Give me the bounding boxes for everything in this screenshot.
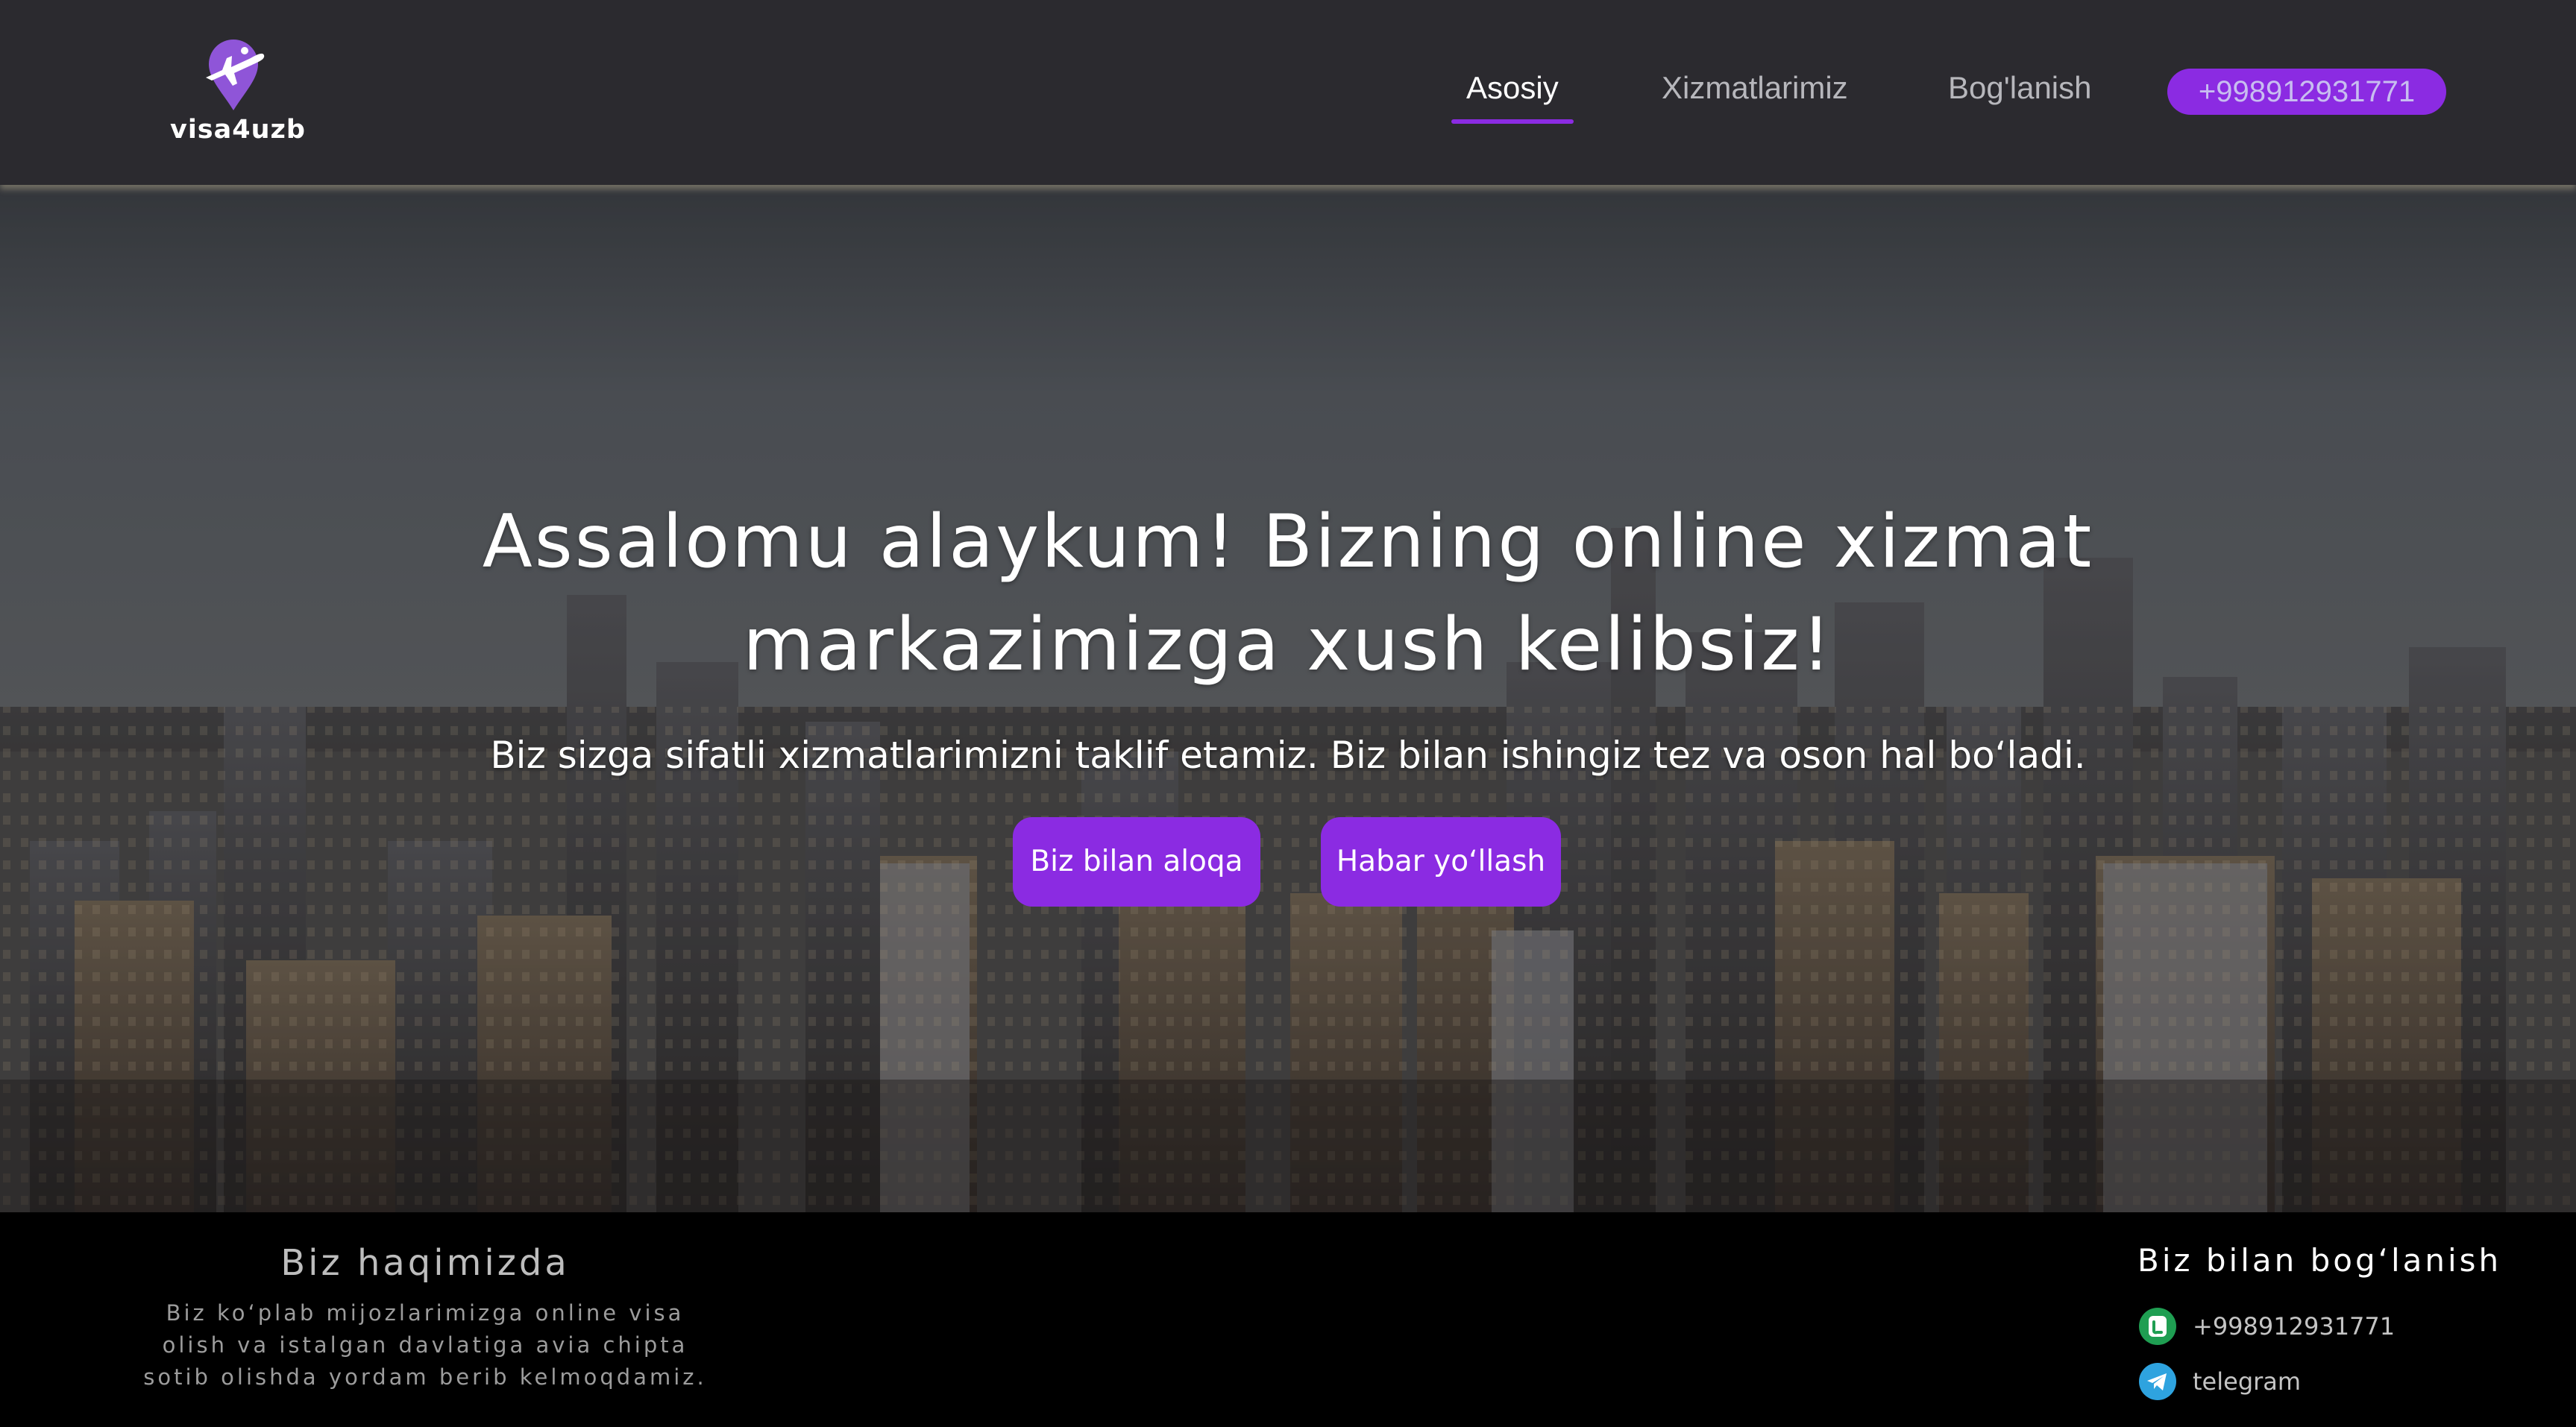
logo[interactable]: visa4uzb xyxy=(170,34,306,146)
telegram-icon xyxy=(2139,1363,2176,1400)
nav-services-label: Xizmatlarimiz xyxy=(1662,70,1848,105)
footer-telegram-label: telegram xyxy=(2193,1367,2302,1396)
plane-location-pin-icon xyxy=(206,40,265,110)
footer-phone-label: +998912931771 xyxy=(2193,1312,2396,1341)
hero-section: Assalomu alaykum! Bizning online xizmat … xyxy=(0,185,2576,1212)
nav-contact-label: Bog'lanish xyxy=(1948,70,2092,105)
site-footer: Biz haqimizda Biz ko‘plab mijozlarimizga… xyxy=(0,1212,2576,1427)
logo-text: visa4uzb xyxy=(170,115,306,145)
hero-subtitle: Biz sizga sifatli xizmatlarimizni taklif… xyxy=(490,734,2086,777)
contact-us-label: Biz bilan aloqa xyxy=(1030,845,1243,878)
about-title: Biz haqimizda xyxy=(280,1242,570,1284)
site-header: visa4uzb Asosiy Xizmatlarimiz Bog'lanish… xyxy=(0,0,2576,185)
nav-home-label: Asosiy xyxy=(1466,70,1559,105)
contact-title: Biz bilan bog‘lanish xyxy=(2137,1242,2502,1279)
contact-us-button[interactable]: Biz bilan aloqa xyxy=(1013,817,1260,907)
header-phone-button[interactable]: +998912931771 xyxy=(2167,69,2446,115)
nav-link-contact[interactable]: Bog'lanish xyxy=(1948,70,2092,115)
phone-icon xyxy=(2139,1308,2176,1345)
hero-title: Assalomu alaykum! Bizning online xizmat … xyxy=(482,500,2094,687)
send-message-button[interactable]: Habar yo‘llash xyxy=(1321,817,1561,907)
nav-link-services[interactable]: Xizmatlarimiz xyxy=(1662,70,1848,115)
header-phone-label: +998912931771 xyxy=(2198,75,2416,108)
hero-dark-overlay xyxy=(0,185,2576,1212)
about-text: Biz ko‘plab mijozlarimizga online visa o… xyxy=(143,1300,707,1390)
nav-active-underline xyxy=(1451,119,1574,124)
nav-link-home[interactable]: Asosiy xyxy=(1451,70,1574,124)
send-message-label: Habar yo‘llash xyxy=(1336,845,1546,878)
